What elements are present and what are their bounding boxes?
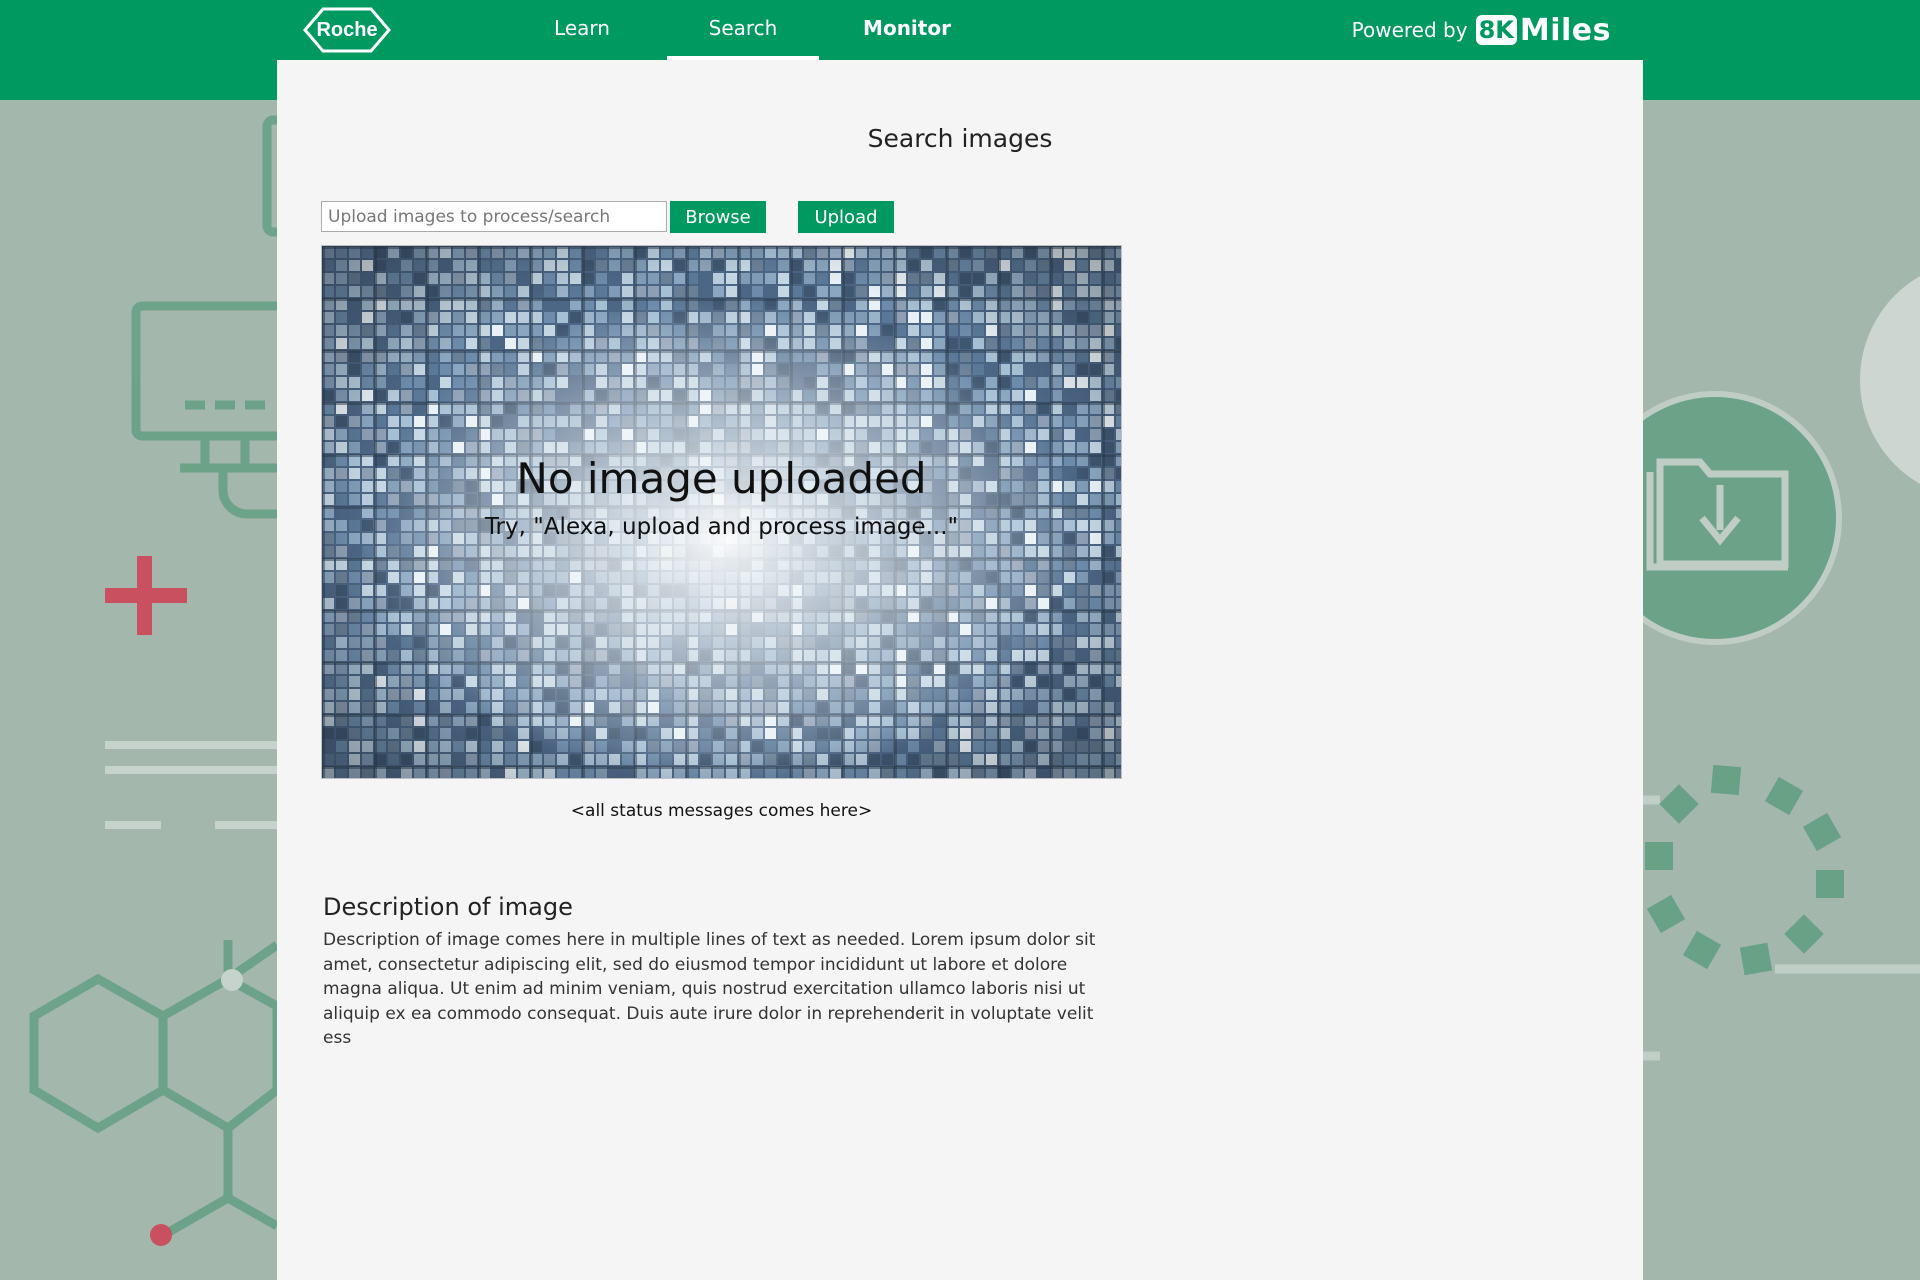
browse-button[interactable]: Browse [670, 201, 766, 233]
no-image-title: No image uploaded [516, 454, 927, 503]
description-title: Description of image [323, 893, 573, 921]
logo-text: Roche [316, 19, 378, 41]
monitor-icon [131, 115, 301, 519]
upload-input[interactable] [321, 201, 667, 232]
powered-by-text: Powered by [1351, 18, 1468, 42]
voice-hint: Try, "Alexa, upload and process image...… [484, 514, 959, 540]
top-navigation: Roche Learn Search Monitor Powered by 8K… [277, 0, 1643, 60]
page-title: Search images [867, 124, 1053, 153]
image-preview: No image uploaded Try, "Alexa, upload an… [321, 245, 1122, 779]
brand-name: Miles [1519, 12, 1611, 48]
preview-mosaic-image [322, 246, 1121, 778]
roche-logo[interactable]: Roche [303, 7, 391, 53]
powered-by: Powered by 8K Miles [1352, 12, 1611, 48]
8kmiles-logo: 8K Miles [1475, 12, 1611, 48]
brand-box: 8K [1475, 15, 1517, 45]
tab-learn[interactable]: Learn [527, 0, 637, 60]
upload-button[interactable]: Upload [798, 201, 894, 233]
tab-search[interactable]: Search [667, 0, 819, 60]
plus-icon [105, 556, 187, 635]
loading-ring-icon [1645, 764, 1844, 976]
description-body: Description of image comes here in multi… [323, 930, 1096, 1048]
status-message: <all status messages comes here> [570, 801, 873, 821]
tab-monitor[interactable]: Monitor [837, 0, 977, 60]
